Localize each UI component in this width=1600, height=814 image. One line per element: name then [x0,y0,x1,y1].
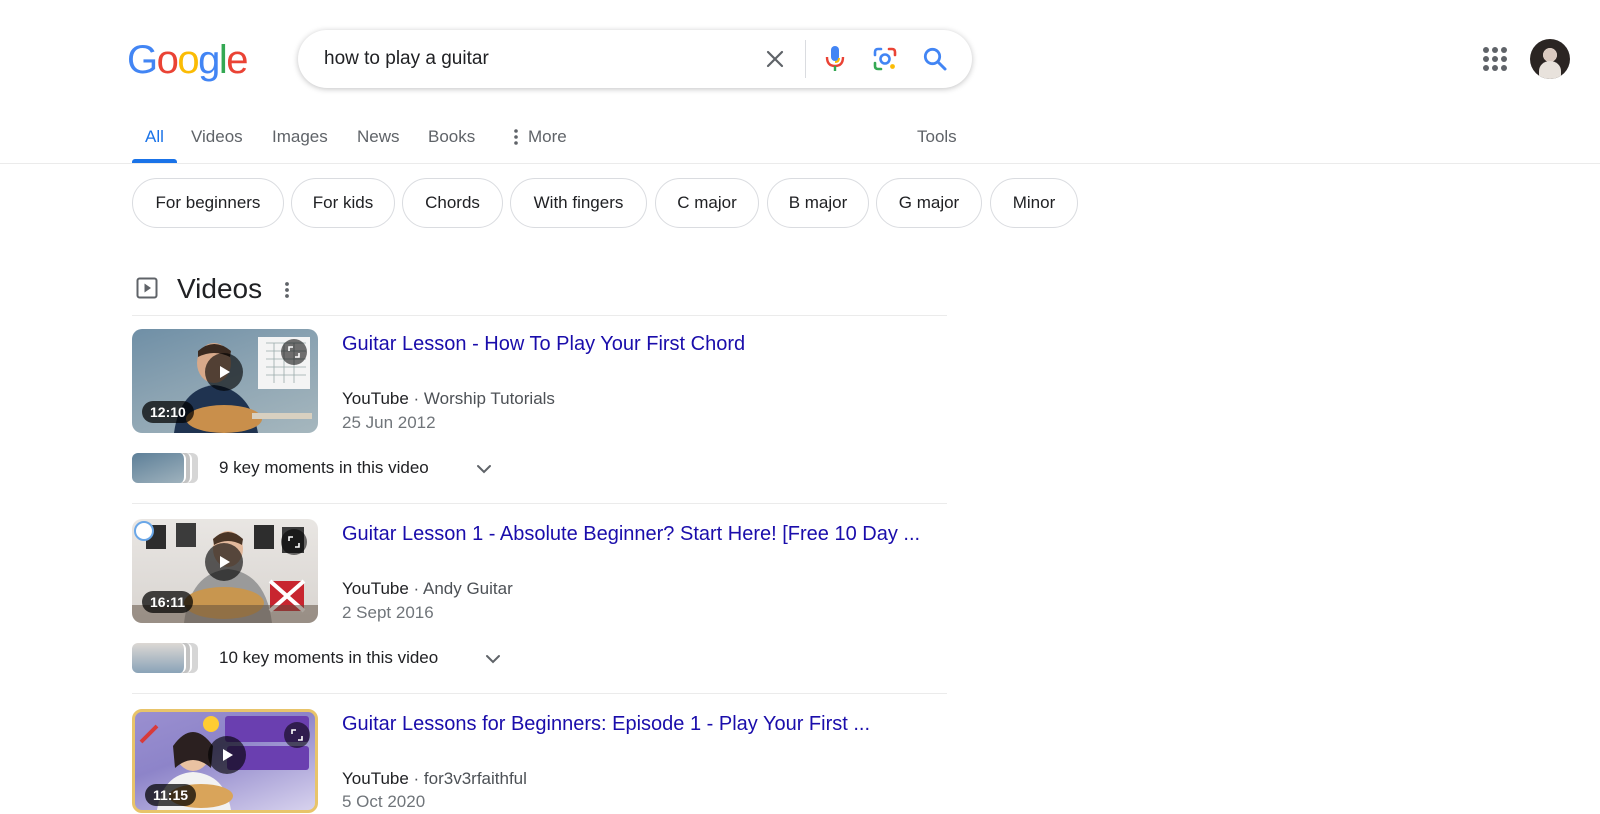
chevron-down-icon[interactable] [484,650,502,668]
logo-letter: l [218,38,228,82]
key-moments-thumbnail[interactable] [132,453,198,483]
video-duration: 11:15 [145,784,197,806]
tab-videos[interactable]: Videos [191,126,243,148]
video-channel: for3v3rfaithful [423,769,527,788]
logo-letter: o [177,38,199,82]
google-logo[interactable]: Google [127,38,248,82]
play-icon[interactable] [205,543,243,581]
video-channel: Worship Tutorials [423,389,555,408]
key-moments-toggle[interactable]: 10 key moments in this video [219,647,438,669]
browser-page: Google how to play a guitar All Videos I… [0,0,1600,814]
video-source: YouTube · for3v3rfaithful [342,769,527,788]
tab-news[interactable]: News [357,126,400,148]
video-site: YouTube [342,389,409,408]
chip-with-fingers[interactable]: With fingers [510,178,647,228]
video-section-icon [136,277,158,299]
chip-for-beginners[interactable]: For beginners [132,178,284,228]
video-thumbnail[interactable]: 11:15 [132,709,318,813]
search-box[interactable]: how to play a guitar [298,30,972,88]
chevron-down-icon[interactable] [475,460,493,478]
section-menu-icon[interactable] [285,281,289,299]
video-duration: 12:10 [142,401,194,423]
key-moments-toggle[interactable]: 9 key moments in this video [219,457,429,479]
tab-images[interactable]: Images [272,126,328,148]
avatar[interactable] [1530,39,1570,79]
apps-grid-icon[interactable] [1480,44,1510,74]
key-moments-thumbnail[interactable] [132,643,198,673]
close-icon[interactable] [760,44,790,74]
tab-more[interactable]: More [528,126,567,148]
video-site: YouTube [342,579,409,598]
video-channel: Andy Guitar [422,579,513,598]
logo-letter: G [127,38,158,82]
search-divider [805,40,806,78]
logo-letter: g [198,38,220,82]
video-duration: 16:11 [142,591,194,613]
logo-letter: e [226,38,248,82]
chip-for-kids[interactable]: For kids [291,178,395,228]
expand-icon[interactable] [281,339,307,365]
video-date: 2 Sept 2016 [342,603,434,622]
search-tabs: All Videos Images News Books More Tools [0,112,1600,164]
divider [132,315,947,316]
tab-books[interactable]: Books [428,126,475,148]
video-date: 5 Oct 2020 [342,792,426,811]
chip-minor[interactable]: Minor [990,178,1078,228]
video-title-link[interactable]: Guitar Lesson - How To Play Your First C… [342,331,745,357]
active-tab-indicator [132,159,177,163]
video-title-link[interactable]: Guitar Lesson 1 - Absolute Beginner? Sta… [342,521,920,547]
search-icon[interactable] [920,44,950,74]
play-icon[interactable] [205,353,243,391]
chip-g-major[interactable]: G major [876,178,982,228]
videos-heading: Videos [177,273,263,304]
search-input[interactable]: how to play a guitar [324,46,489,72]
chip-chords[interactable]: Chords [402,178,503,228]
tab-all[interactable]: All [145,126,164,148]
play-icon[interactable] [208,736,246,774]
divider [132,503,947,504]
video-title-link[interactable]: Guitar Lessons for Beginners: Episode 1 … [342,711,870,737]
google-lens-icon[interactable] [870,44,900,74]
expand-icon[interactable] [284,722,310,748]
video-site: YouTube [342,769,409,788]
divider [132,693,947,694]
expand-icon[interactable] [281,529,307,555]
video-thumbnail[interactable]: 16:11 [132,519,318,623]
video-date: 25 Jun 2012 [342,413,436,432]
video-source: YouTube · Andy Guitar [342,579,513,598]
microphone-icon[interactable] [820,44,850,74]
chip-c-major[interactable]: C major [655,178,759,228]
video-thumbnail[interactable]: 12:10 [132,329,318,433]
thumbnail-stack [132,453,186,483]
video-source: YouTube · Worship Tutorials [342,389,555,408]
tools-button[interactable]: Tools [917,126,957,148]
more-dots-icon[interactable] [514,129,518,145]
logo-letter: o [156,38,179,82]
chip-b-major[interactable]: B major [767,178,869,228]
thumbnail-stack [132,643,186,673]
